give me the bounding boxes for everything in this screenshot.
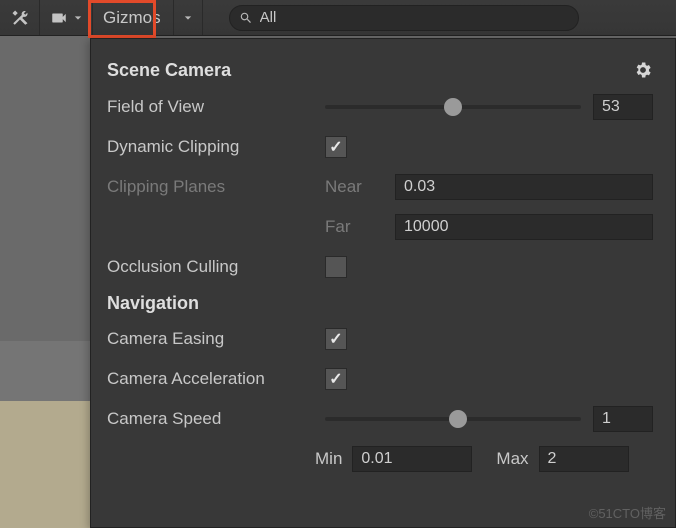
tools-button[interactable] xyxy=(0,0,40,35)
fov-slider[interactable] xyxy=(325,97,581,117)
min-input[interactable] xyxy=(352,446,472,472)
easing-checkbox[interactable] xyxy=(325,328,347,350)
max-input[interactable] xyxy=(539,446,629,472)
min-label: Min xyxy=(315,449,342,469)
camera-icon xyxy=(50,9,68,27)
easing-label: Camera Easing xyxy=(107,329,315,349)
speed-label: Camera Speed xyxy=(107,409,315,429)
dynamic-clipping-checkbox[interactable] xyxy=(325,136,347,158)
speed-slider-thumb[interactable] xyxy=(449,410,467,428)
accel-label: Camera Acceleration xyxy=(107,369,315,389)
camera-dropdown-button[interactable] xyxy=(40,0,93,35)
max-label: Max xyxy=(496,449,528,469)
search-wrap xyxy=(215,0,579,35)
gizmos-label: Gizmos xyxy=(93,0,174,35)
fov-input[interactable] xyxy=(593,94,653,120)
scene-toolbar: Gizmos xyxy=(0,0,676,36)
search-input[interactable] xyxy=(229,5,579,31)
fov-slider-thumb[interactable] xyxy=(444,98,462,116)
occlusion-label: Occlusion Culling xyxy=(107,257,315,277)
speed-input[interactable] xyxy=(593,406,653,432)
near-input xyxy=(395,174,653,200)
panel-title: Scene Camera xyxy=(107,60,231,81)
tools-icon xyxy=(11,9,29,27)
accel-checkbox[interactable] xyxy=(325,368,347,390)
chevron-down-icon xyxy=(184,14,192,22)
clipping-planes-label: Clipping Planes xyxy=(107,177,315,197)
gizmos-dropdown[interactable]: Gizmos xyxy=(93,0,203,35)
dynamic-clipping-label: Dynamic Clipping xyxy=(107,137,315,157)
speed-slider[interactable] xyxy=(325,409,581,429)
occlusion-checkbox[interactable] xyxy=(325,256,347,278)
fov-label: Field of View xyxy=(107,97,315,117)
far-label: Far xyxy=(325,217,385,237)
gizmos-caret-button[interactable] xyxy=(174,0,203,35)
near-label: Near xyxy=(325,177,385,197)
chevron-down-icon xyxy=(74,14,82,22)
watermark: ©51CTO博客 xyxy=(589,503,666,522)
navigation-title: Navigation xyxy=(107,293,199,314)
scene-camera-panel: Scene Camera Field of View Dynamic Clipp… xyxy=(90,38,676,528)
far-input xyxy=(395,214,653,240)
gear-icon[interactable] xyxy=(633,60,653,80)
